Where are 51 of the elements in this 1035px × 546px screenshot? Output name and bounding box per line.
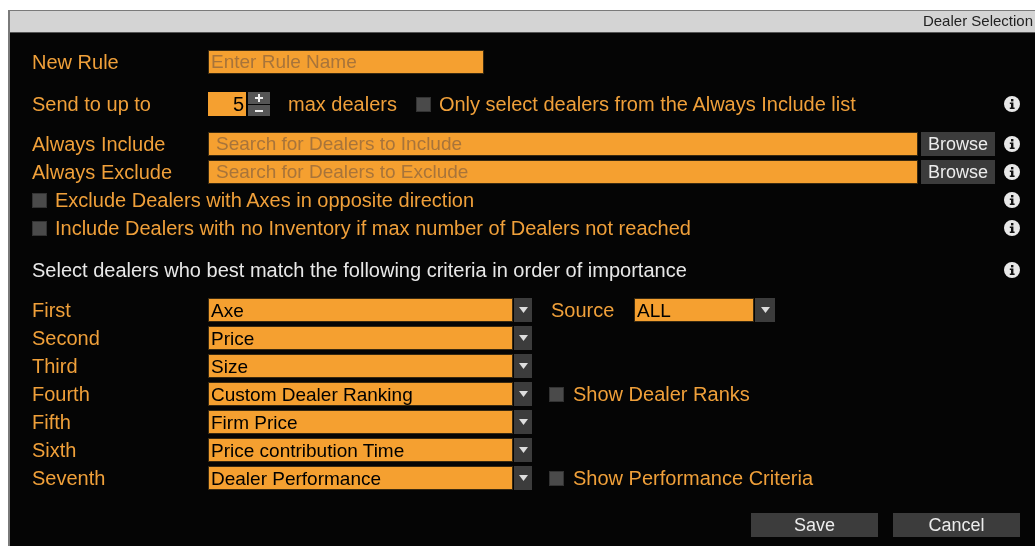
field-label: Third bbox=[32, 356, 79, 376]
input-field[interactable]: Enter Rule Name bbox=[208, 50, 484, 74]
field-label: First bbox=[32, 300, 72, 320]
decrement-button[interactable] bbox=[248, 105, 270, 116]
browse-button[interactable]: Browse bbox=[921, 160, 995, 184]
field-label: Fourth bbox=[32, 384, 91, 404]
caret-icon bbox=[518, 419, 528, 425]
field-label: Second bbox=[32, 328, 101, 348]
search-field[interactable]: Search for Dealers to Include bbox=[208, 132, 918, 156]
checkbox-label: Include Dealers with no Inventory if max number of Dealers not reached bbox=[55, 218, 691, 238]
minus-icon bbox=[255, 109, 263, 112]
info-icon[interactable] bbox=[1004, 96, 1020, 112]
field-label: Source bbox=[551, 300, 616, 320]
search-field[interactable]: Search for Dealers to Exclude bbox=[208, 160, 918, 184]
window-title: Dealer Selection bbox=[922, 11, 1033, 32]
caret-icon bbox=[518, 363, 528, 369]
caret-icon bbox=[518, 335, 528, 341]
caret-icon bbox=[518, 307, 528, 313]
checkbox[interactable] bbox=[32, 220, 47, 236]
number-field[interactable]: 5 bbox=[208, 92, 246, 116]
increment-button[interactable] bbox=[248, 92, 270, 104]
dialog-button[interactable]: Cancel bbox=[893, 513, 1020, 537]
caret-icon bbox=[518, 447, 528, 453]
info-icon[interactable] bbox=[1004, 262, 1020, 278]
info-icon[interactable] bbox=[1004, 136, 1020, 152]
info-icon[interactable] bbox=[1004, 220, 1020, 236]
checkbox-label: Exclude Dealers with Axes in opposite direction bbox=[55, 190, 475, 210]
section-heading: Select dealers who best match the following criteria in order of importance bbox=[32, 260, 687, 280]
plus-icon bbox=[255, 94, 263, 102]
field-label: New Rule bbox=[32, 52, 120, 72]
field-label: Sixth bbox=[32, 440, 78, 460]
field-label: max dealers bbox=[288, 94, 397, 114]
info-icon[interactable] bbox=[1004, 192, 1020, 208]
caret-icon bbox=[518, 475, 528, 481]
checkbox-label: Show Dealer Ranks bbox=[573, 384, 750, 404]
field-label: Always Exclude bbox=[32, 162, 174, 182]
checkbox-label: Only select dealers from the Always Include list bbox=[438, 94, 856, 114]
checkbox[interactable] bbox=[32, 192, 47, 208]
checkbox[interactable] bbox=[549, 470, 564, 486]
field-label: Send to up to bbox=[32, 94, 152, 114]
field-label: Fifth bbox=[32, 412, 72, 432]
checkbox-label: Show Performance Criteria bbox=[573, 468, 814, 488]
caret-icon bbox=[760, 307, 770, 313]
browse-button[interactable]: Browse bbox=[921, 132, 995, 156]
info-icon[interactable] bbox=[1004, 164, 1020, 180]
checkbox[interactable] bbox=[549, 386, 564, 402]
dialog-button[interactable]: Save bbox=[751, 513, 878, 537]
caret-icon bbox=[518, 391, 528, 397]
field-label: Always Include bbox=[32, 134, 167, 154]
field-label: Seventh bbox=[32, 468, 107, 488]
checkbox[interactable] bbox=[415, 96, 431, 112]
